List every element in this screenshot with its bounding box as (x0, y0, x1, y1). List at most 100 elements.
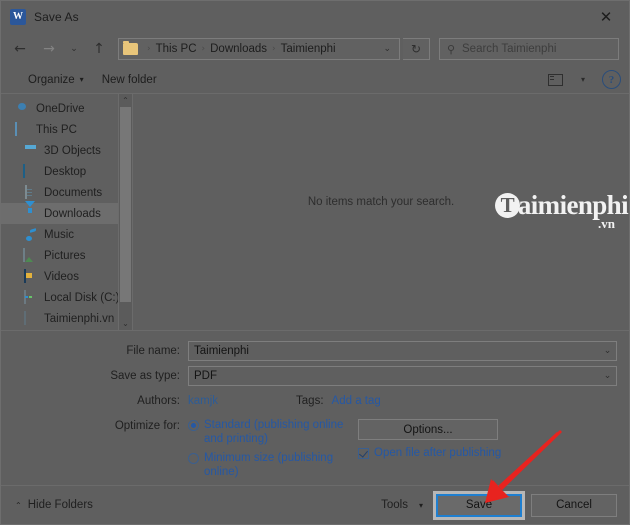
cloud-icon (15, 102, 30, 116)
refresh-icon[interactable]: ↻ (403, 38, 430, 60)
navigation-sidebar: OneDrive This PC 3D Objects Desktop Docu… (1, 94, 133, 330)
up-icon[interactable]: ↑ (86, 37, 112, 61)
watermark-suffix: .vn (598, 216, 615, 231)
change-view-button[interactable] (542, 69, 568, 90)
radio-minimum-size-label: Minimum size (publishing online) (204, 452, 334, 478)
sidebar-item-onedrive[interactable]: OneDrive (1, 98, 132, 119)
sidebar-item-label: Desktop (44, 165, 87, 178)
scrollbar-thumb[interactable] (120, 107, 131, 302)
sidebar-item-downloads[interactable]: Downloads (1, 200, 132, 224)
folder-icon (123, 41, 138, 55)
sidebar-item-music[interactable]: Music (1, 224, 132, 245)
title-bar: W Save As ✕ (1, 1, 629, 32)
breadcrumb-item-taimienphi[interactable]: Taimienphi (281, 43, 336, 55)
authors-label: Authors: (137, 395, 180, 407)
sidebar-item-label: Documents (44, 186, 103, 199)
chevron-down-icon[interactable]: ⌄ (599, 346, 616, 356)
search-input[interactable]: ⚲ Search Taimienphi (439, 38, 619, 60)
new-folder-label: New folder (101, 73, 157, 86)
file-name-input[interactable]: Taimienphi ⌄ (188, 340, 617, 361)
sidebar-item-label: 3D Objects (44, 144, 101, 157)
save-as-type-label: Save as type: (110, 369, 180, 382)
sidebar-scrollbar[interactable]: ⌃ ⌄ (118, 94, 132, 330)
chevron-up-icon: ⌃ (15, 500, 22, 510)
chevron-down-icon[interactable]: ⌄ (599, 371, 616, 381)
tools-label: Tools (381, 499, 408, 511)
add-a-tag-link[interactable]: Add a tag (332, 395, 381, 407)
authors-value[interactable]: kamjk (188, 395, 218, 407)
metadata-row: Authors: kamjk Tags: Add a tag (13, 390, 617, 412)
radio-standard[interactable]: Standard (publishing online and printing… (188, 419, 348, 446)
new-folder-button[interactable]: New folder (93, 69, 166, 90)
tools-button[interactable]: Tools ▾ (377, 494, 427, 516)
sidebar-item-desktop[interactable]: Desktop (1, 161, 132, 182)
save-as-type-value: PDF (194, 369, 217, 382)
file-name-value: Taimienphi (194, 344, 249, 357)
hide-folders-button[interactable]: ⌃ Hide Folders (15, 499, 93, 511)
scroll-down-icon[interactable]: ⌄ (119, 317, 132, 330)
save-button[interactable]: Save (436, 493, 522, 517)
breadcrumb-separator: › (201, 44, 206, 54)
optimize-radio-group: Standard (publishing online and printing… (188, 419, 348, 485)
sidebar-item-taimienphi-drive[interactable]: Taimienphi.vn (D (1, 308, 132, 329)
optimize-right-group: Options... Open file after publishing (358, 419, 501, 485)
save-as-type-row: Save as type: PDF ⌄ (13, 365, 617, 386)
chevron-down-icon: ▾ (418, 500, 423, 510)
save-as-dialog: W Save As ✕ ← → ⌄ ↑ › This PC › Download… (0, 0, 630, 525)
optimize-label: Optimize for: (114, 420, 180, 432)
sidebar-item-this-pc[interactable]: This PC (1, 119, 132, 140)
view-layout-icon (547, 73, 563, 86)
back-icon[interactable]: ← (7, 37, 33, 61)
help-icon[interactable]: ? (602, 70, 621, 89)
save-as-type-select[interactable]: PDF ⌄ (188, 365, 617, 386)
forward-icon: → (43, 41, 55, 57)
documents-icon (23, 184, 38, 200)
open-file-after-publishing-label: Open file after publishing (374, 447, 502, 459)
pictures-icon (23, 247, 38, 263)
chevron-down-icon: ▾ (580, 75, 585, 84)
recent-locations-icon[interactable]: ⌄ (65, 37, 83, 61)
sidebar-item-local-disk[interactable]: Local Disk (C:) (1, 287, 132, 308)
sidebar-item-label: This PC (36, 123, 77, 136)
file-name-row: File name: Taimienphi ⌄ (13, 340, 617, 361)
file-list-area[interactable]: No items match your search. T aimienphi … (133, 94, 629, 330)
music-icon (23, 228, 38, 242)
save-options-form: File name: Taimienphi ⌄ Save as type: PD… (1, 330, 629, 485)
sidebar-item-documents[interactable]: Documents (1, 182, 132, 203)
sidebar-item-label: Local Disk (C:) (44, 291, 120, 304)
dialog-body: OneDrive This PC 3D Objects Desktop Docu… (1, 93, 629, 330)
navigation-bar: ← → ⌄ ↑ › This PC › Downloads › Taimienp… (1, 32, 629, 66)
watermark-main: T aimienphi (494, 192, 629, 219)
sidebar-item-label: Taimienphi.vn (D (44, 312, 130, 325)
breadcrumb-separator: › (147, 44, 151, 54)
scroll-up-icon[interactable]: ⌃ (119, 94, 132, 107)
sidebar-item-pictures[interactable]: Pictures (1, 245, 132, 266)
chevron-down-icon: ▾ (79, 75, 84, 84)
radio-minimum-size-icon[interactable] (188, 453, 199, 464)
sidebar-item-label: Downloads (44, 207, 101, 220)
sidebar-item-label: OneDrive (36, 102, 85, 115)
sidebar-item-videos[interactable]: Videos (1, 266, 132, 287)
checkbox-icon[interactable] (358, 448, 369, 459)
videos-icon (23, 268, 38, 284)
sidebar-item-3d-objects[interactable]: 3D Objects (1, 140, 132, 161)
breadcrumb-item-this-pc[interactable]: This PC (156, 43, 197, 55)
this-pc-icon (15, 121, 30, 137)
sidebar-item-label: Pictures (44, 249, 86, 262)
command-toolbar: Organize ▾ New folder ▾ ? (1, 66, 629, 93)
network-drive-icon (23, 310, 38, 326)
close-icon[interactable]: ✕ (583, 1, 629, 32)
sidebar-item-label: Videos (44, 270, 79, 283)
chevron-down-icon[interactable]: ⌄ (377, 44, 397, 54)
footer-actions: Tools ▾ Save Cancel (377, 493, 617, 517)
radio-minimum-size[interactable]: Minimum size (publishing online) (188, 452, 348, 479)
options-button[interactable]: Options... (358, 419, 498, 440)
organize-button[interactable]: Organize ▾ (19, 69, 93, 90)
view-dropdown-button[interactable]: ▾ (570, 69, 596, 90)
open-file-after-publishing-checkbox[interactable]: Open file after publishing (358, 447, 501, 459)
breadcrumb-item-downloads[interactable]: Downloads (210, 43, 267, 55)
cancel-button[interactable]: Cancel (531, 493, 617, 517)
search-icon: ⚲ (446, 42, 456, 56)
radio-standard-icon[interactable] (188, 420, 199, 431)
breadcrumb[interactable]: › This PC › Downloads › Taimienphi ⌄ (118, 38, 400, 60)
